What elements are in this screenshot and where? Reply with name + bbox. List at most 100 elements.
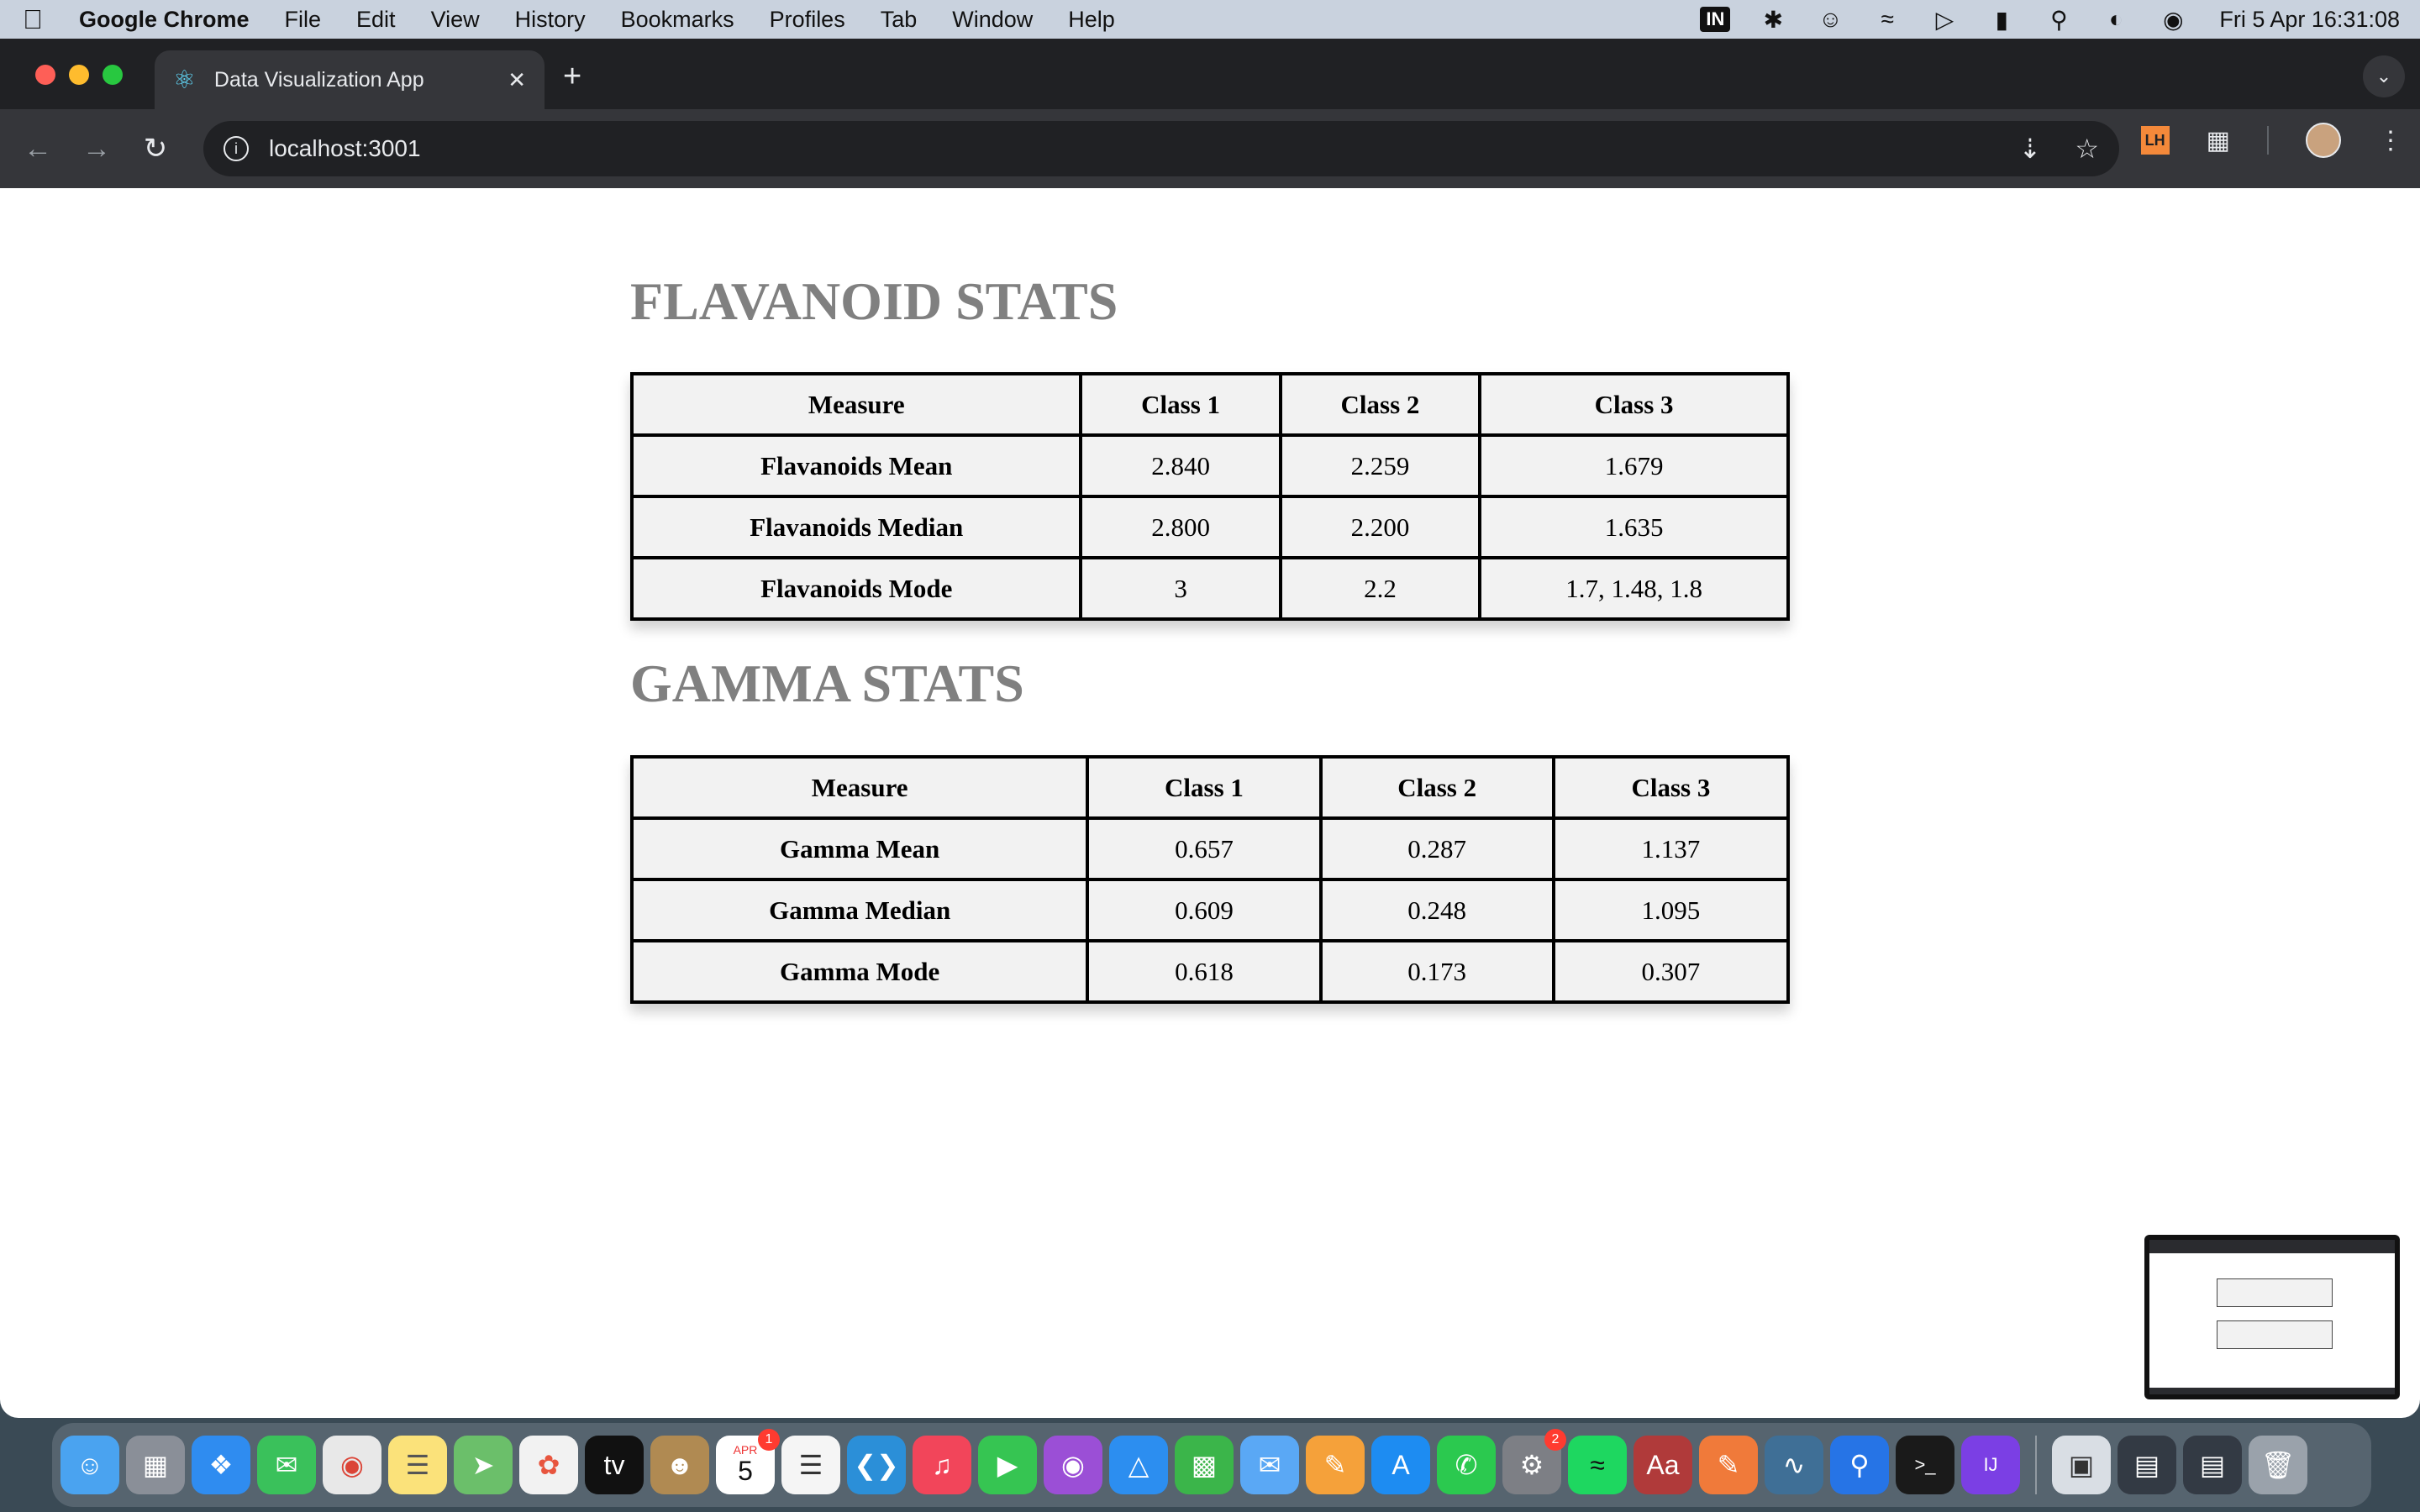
window-minimize-button[interactable] bbox=[69, 65, 89, 85]
control-center-icon[interactable]: ◐ bbox=[2102, 6, 2130, 33]
siri-icon[interactable]: ◉ bbox=[2159, 6, 2187, 34]
menu-edit[interactable]: Edit bbox=[356, 7, 396, 33]
pages-icon[interactable]: ✎ bbox=[1306, 1436, 1365, 1494]
chrome-menu-icon[interactable]: ⋮ bbox=[2378, 126, 2403, 155]
minimized-window-icon[interactable]: ▤ bbox=[2118, 1436, 2176, 1494]
table-cell: 0.657 bbox=[1086, 816, 1323, 881]
finder-icon[interactable]: ☺ bbox=[60, 1436, 119, 1494]
menu-view[interactable]: View bbox=[431, 7, 480, 33]
postman-icon[interactable]: ✎ bbox=[1699, 1436, 1758, 1494]
address-bar[interactable]: i localhost:3001 ⇣ ☆ bbox=[203, 121, 2119, 176]
calendar-icon[interactable]: APR 5 1 bbox=[716, 1429, 780, 1494]
table-row: Flavanoids Mean 2.840 2.259 1.679 bbox=[629, 433, 1790, 498]
profile-avatar[interactable] bbox=[2306, 123, 2341, 158]
table-cell: 0.173 bbox=[1318, 939, 1555, 1004]
react-favicon-icon: ⚛ bbox=[173, 66, 196, 94]
location-app-icon[interactable]: ⚲ bbox=[1830, 1436, 1889, 1494]
calendar-day-label: 5 bbox=[738, 1456, 753, 1486]
maps-icon[interactable]: ➤ bbox=[454, 1436, 513, 1494]
apple-menu-icon[interactable]:  bbox=[20, 4, 45, 35]
screenshot-thumbnail-preview[interactable] bbox=[2144, 1235, 2400, 1399]
menubar-clock[interactable]: Fri 5 Apr 16:31:08 bbox=[2219, 7, 2400, 33]
contacts-icon[interactable]: ☻ bbox=[650, 1436, 709, 1494]
table-row: Flavanoids Mode 3 2.2 1.7, 1.48, 1.8 bbox=[629, 556, 1790, 621]
menubar-status-area: IN ✱ ☺ ≈ ▷ ▮ ⚲ ◐ ◉ Fri 5 Apr 16:31:08 bbox=[1700, 6, 2400, 34]
new-tab-button[interactable]: + bbox=[563, 60, 581, 92]
spotlight-search-icon[interactable]: ⚲ bbox=[2044, 6, 2073, 34]
bluetooth-icon[interactable]: ✱ bbox=[1759, 6, 1787, 34]
system-settings-icon[interactable]: ⚙ 2 bbox=[1502, 1429, 1566, 1494]
menu-window[interactable]: Window bbox=[952, 7, 1033, 33]
tab-data-visualization-app[interactable]: ⚛ Data Visualization App ✕ bbox=[155, 50, 544, 109]
forward-arrow-icon[interactable]: → bbox=[67, 133, 126, 165]
app-menu[interactable]: Google Chrome bbox=[79, 7, 250, 33]
app-store-icon[interactable]: A bbox=[1371, 1436, 1430, 1494]
now-playing-icon[interactable]: ▷ bbox=[1930, 6, 1959, 34]
intellij-idea-icon[interactable]: IJ bbox=[1961, 1436, 2020, 1494]
messages-icon[interactable]: ✉ bbox=[257, 1436, 316, 1494]
menu-file[interactable]: File bbox=[285, 7, 322, 33]
table-header-row: Measure Class 1 Class 2 Class 3 bbox=[629, 755, 1791, 820]
launchpad-icon[interactable]: ▦ bbox=[126, 1436, 185, 1494]
row-measure-label: Flavanoids Mode bbox=[629, 556, 1083, 621]
whatsapp-icon[interactable]: ✆ bbox=[1437, 1436, 1496, 1494]
minimized-window-icon[interactable]: ▤ bbox=[2183, 1436, 2242, 1494]
podcasts-icon[interactable]: ◉ bbox=[1044, 1436, 1102, 1494]
lighthouse-extension-icon[interactable]: LH bbox=[2140, 126, 2170, 155]
back-arrow-icon[interactable]: ← bbox=[8, 133, 67, 165]
keynote-icon[interactable]: △ bbox=[1109, 1436, 1168, 1494]
column-header-class-3: Class 3 bbox=[1551, 755, 1791, 820]
calendar-notification-badge: 1 bbox=[758, 1429, 780, 1451]
tab-strip: ⚛ Data Visualization App ✕ + ⌄ bbox=[0, 39, 2420, 109]
tab-title: Data Visualization App bbox=[213, 67, 424, 92]
table-row: Flavanoids Median 2.800 2.200 1.635 bbox=[629, 495, 1790, 559]
mysql-workbench-icon[interactable]: ∿ bbox=[1765, 1436, 1823, 1494]
photos-icon[interactable]: ✿ bbox=[519, 1436, 578, 1494]
input-source-indicator[interactable]: IN bbox=[1700, 7, 1731, 32]
terminal-icon[interactable]: >_ bbox=[1896, 1436, 1954, 1494]
site-info-icon[interactable]: i bbox=[224, 136, 249, 161]
column-header-class-1: Class 1 bbox=[1079, 372, 1282, 437]
apple-tv-icon[interactable]: tv bbox=[585, 1436, 644, 1494]
table-cell: 2.2 bbox=[1278, 556, 1482, 621]
thumbnail-table bbox=[2217, 1278, 2333, 1307]
dictionary-icon[interactable]: Aa bbox=[1634, 1436, 1692, 1494]
row-measure-label: Gamma Mean bbox=[629, 816, 1090, 881]
vscode-icon[interactable]: ❮❯ bbox=[847, 1436, 906, 1494]
user-account-icon[interactable]: ☺ bbox=[1816, 6, 1844, 33]
menu-history[interactable]: History bbox=[515, 7, 586, 33]
window-close-button[interactable] bbox=[35, 65, 55, 85]
chrome-icon[interactable]: ◉ bbox=[323, 1436, 381, 1494]
column-header-measure: Measure bbox=[629, 755, 1090, 820]
trash-icon[interactable]: 🗑 bbox=[2249, 1436, 2307, 1494]
extensions-puzzle-icon[interactable]: ▦ bbox=[2207, 126, 2230, 155]
menu-help[interactable]: Help bbox=[1068, 7, 1115, 33]
preview-app-icon[interactable]: ▣ bbox=[2052, 1436, 2111, 1494]
row-measure-label: Flavanoids Median bbox=[629, 495, 1083, 559]
spotify-icon[interactable]: ≈ bbox=[1568, 1436, 1627, 1494]
music-icon[interactable]: ♫ bbox=[913, 1436, 971, 1494]
numbers-icon[interactable]: ▩ bbox=[1175, 1436, 1234, 1494]
tab-close-icon[interactable]: ✕ bbox=[508, 67, 526, 93]
gamma-stats-title: GAMMA STATS bbox=[630, 654, 1024, 713]
mail-icon[interactable]: ✉ bbox=[1240, 1436, 1299, 1494]
menu-bookmarks[interactable]: Bookmarks bbox=[621, 7, 734, 33]
bookmark-star-icon[interactable]: ☆ bbox=[2075, 133, 2099, 165]
window-fullscreen-button[interactable] bbox=[103, 65, 123, 85]
menu-tab[interactable]: Tab bbox=[881, 7, 918, 33]
safari-icon[interactable]: ❖ bbox=[192, 1436, 250, 1494]
notes-icon[interactable]: ☰ bbox=[388, 1436, 447, 1494]
facetime-icon[interactable]: ▶ bbox=[978, 1436, 1037, 1494]
battery-icon[interactable]: ▮ bbox=[1987, 6, 2016, 34]
table-row: Gamma Median 0.609 0.248 1.095 bbox=[629, 878, 1791, 942]
reload-icon[interactable]: ↻ bbox=[126, 132, 185, 165]
reminders-icon[interactable]: ☰ bbox=[781, 1436, 840, 1494]
column-header-class-2: Class 2 bbox=[1278, 372, 1482, 437]
install-app-icon[interactable]: ⇣ bbox=[2019, 133, 2042, 165]
browser-toolbar: ← → ↻ i localhost:3001 ⇣ ☆ LH ▦ ⋮ bbox=[0, 109, 2420, 188]
tab-search-chevron-icon[interactable]: ⌄ bbox=[2363, 55, 2405, 97]
menu-profiles[interactable]: Profiles bbox=[770, 7, 845, 33]
row-measure-label: Flavanoids Mean bbox=[629, 433, 1083, 498]
wifi-icon[interactable]: ≈ bbox=[1873, 6, 1902, 33]
url-text[interactable]: localhost:3001 bbox=[269, 135, 421, 162]
